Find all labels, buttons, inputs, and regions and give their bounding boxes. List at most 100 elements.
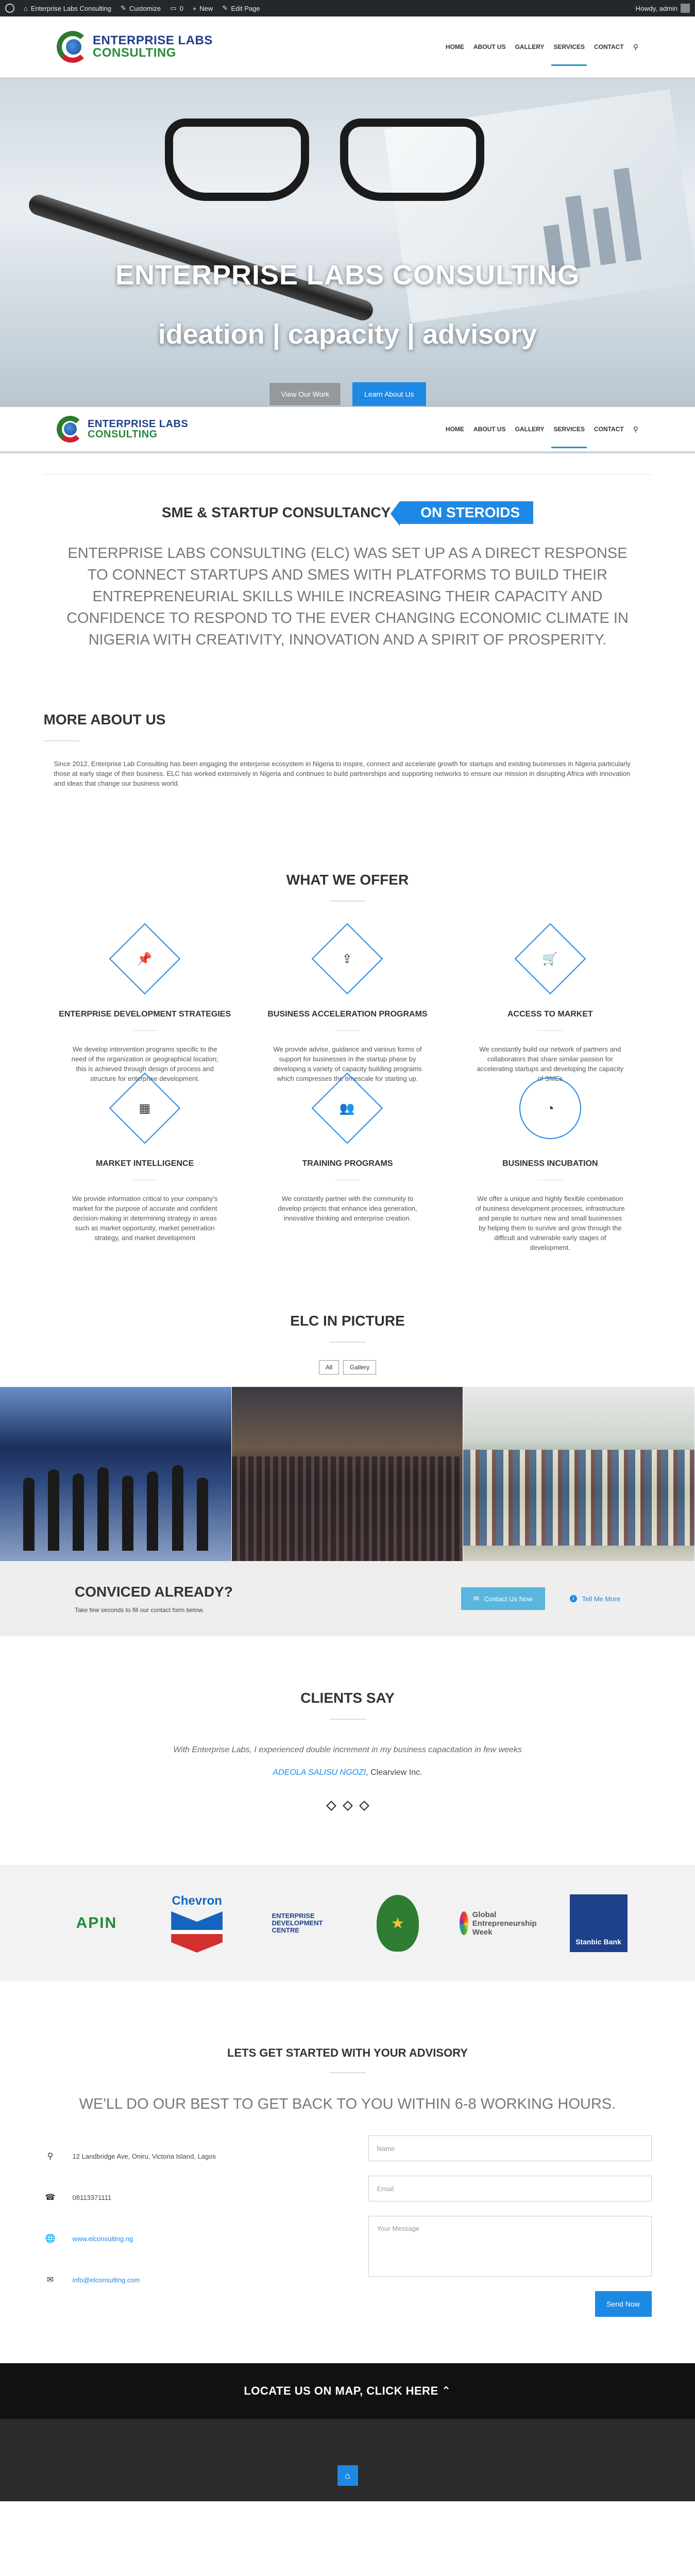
- gallery-section: ELC IN PICTURE All Gallery: [0, 1313, 695, 1561]
- hero-title: ENTERPRISE LABS CONSULTING: [115, 260, 580, 291]
- divider: [329, 901, 366, 902]
- contact-form: Name Email Your Message Send Now: [368, 2136, 652, 2317]
- admin-site-link[interactable]: ⌂ Enterprise Labs Consulting: [24, 5, 111, 12]
- contact-subtitle: WE'LL DO OUR BEST TO GET BACK TO YOU WIT…: [79, 2096, 616, 2112]
- contact-us-label: Contact Us Now: [484, 1595, 533, 1603]
- gallery-photo[interactable]: [231, 1387, 464, 1561]
- edc-logo: ENTERPRISE DEVELOPMENT CENTRE: [259, 1890, 336, 1957]
- send-button[interactable]: Send Now: [595, 2291, 652, 2317]
- message-field[interactable]: Your Message: [368, 2216, 652, 2277]
- tagline-text: SME & STARTUP CONSULTANCY: [161, 504, 391, 520]
- scroll-top-button[interactable]: ⌂: [337, 2465, 358, 2486]
- filter-gallery[interactable]: Gallery: [343, 1360, 377, 1375]
- admin-bar: ⌂ Enterprise Labs Consulting ✎ Customize ▭…: [0, 0, 695, 16]
- divider: [43, 740, 80, 741]
- map-link-bar[interactable]: LOCATE US ON MAP, CLICK HERE ⌃: [0, 2363, 695, 2419]
- email-link[interactable]: info@elconsulting.com: [73, 2276, 140, 2284]
- wordpress-icon[interactable]: [5, 4, 14, 13]
- nav-about[interactable]: ABOUT US: [473, 410, 506, 448]
- edc-logo-line2: DEVELOPMENT: [272, 1919, 323, 1927]
- stanbic-logo: Stanbic Bank: [560, 1890, 637, 1957]
- contact-section: LETS GET STARTED WITH YOUR ADVISORY WE'L…: [0, 2046, 695, 2317]
- website-row: 🌐 www.elconsulting.ng: [44, 2218, 312, 2259]
- intro-text: ENTERPRISE LABS CONSULTING (ELC) WAS SET…: [66, 545, 629, 648]
- admin-comments-link[interactable]: ▭ 0: [170, 4, 183, 12]
- filter-all[interactable]: All: [318, 1360, 340, 1375]
- plus-icon: +: [192, 4, 197, 12]
- carousel-dot[interactable]: [326, 1801, 336, 1811]
- map-marker-icon: ⚲: [47, 2152, 54, 2161]
- upload-icon: ⇪: [342, 952, 353, 966]
- website-link[interactable]: www.elconsulting.ng: [73, 2235, 133, 2243]
- nav-home[interactable]: HOME: [446, 410, 464, 448]
- tell-me-more-label: Tell Me More: [582, 1595, 620, 1603]
- logo-mark-icon: [57, 416, 83, 443]
- sticky-logo[interactable]: ENTERPRISE LABS CONSULTING: [57, 416, 188, 443]
- admin-edit-link[interactable]: ✎ Edit Page: [222, 4, 260, 12]
- logo-line1: ENTERPRISE LABS: [88, 418, 189, 430]
- tell-me-more-link[interactable]: i Tell Me More: [569, 1595, 620, 1603]
- search-icon[interactable]: ⚲: [633, 27, 638, 67]
- nav-contact[interactable]: CONTACT: [594, 410, 624, 448]
- home-icon: ⌂: [345, 2470, 350, 2481]
- nav-gallery[interactable]: GALLERY: [515, 410, 545, 448]
- carousel-dot[interactable]: [359, 1801, 369, 1811]
- offer-card-text: We provide information critical to your …: [72, 1195, 218, 1242]
- name-field[interactable]: Name: [368, 2136, 652, 2161]
- admin-account-link[interactable]: Howdy, admin: [636, 4, 690, 13]
- phone-text: 08113371111: [72, 2193, 112, 2201]
- pin-icon: 📌: [137, 952, 153, 966]
- testimonial-name: ADEOLA SALISU NGOZI: [273, 1768, 366, 1777]
- admin-new-link[interactable]: + New: [193, 5, 213, 12]
- stanbic-logo-text: Stanbic Bank: [575, 1938, 621, 1946]
- site-logo[interactable]: ENTERPRISE LABS CONSULTING: [57, 31, 213, 63]
- globe-icon: 🌐: [45, 2234, 56, 2243]
- comment-icon: ▭: [170, 4, 177, 12]
- email-row: ✉ info@elconsulting.com: [44, 2259, 312, 2300]
- offer-card: ▦ MARKET INTELLIGENCE We provide informa…: [44, 1070, 246, 1242]
- home-icon: ⌂: [24, 4, 28, 12]
- offer-card: 📌 ENTERPRISE DEVELOPMENT STRATEGIES We d…: [44, 920, 246, 1082]
- admin-customize-link[interactable]: ✎ Customize: [121, 4, 161, 12]
- nav-services[interactable]: SERVICES: [551, 410, 587, 448]
- tagline-badge: ON STEROIDS: [391, 501, 534, 526]
- admin-comments-count: 0: [179, 4, 183, 12]
- admin-site-label: Enterprise Labs Consulting: [30, 4, 111, 12]
- offer-card-title: BUSINESS INCUBATION: [502, 1159, 598, 1168]
- gallery-photo[interactable]: [0, 1387, 232, 1561]
- address-row: ⚲ 12 Landbridge Ave, Oniru, Victoria Isla…: [44, 2136, 312, 2177]
- envelope-icon: ✉: [473, 1595, 479, 1602]
- nav-services[interactable]: SERVICES: [551, 28, 587, 66]
- hero-glasses-image: [144, 98, 505, 216]
- cta-text: Take few seconds to fill our contact for…: [75, 1606, 204, 1614]
- cart-icon: 🛒: [542, 952, 558, 966]
- nav-home[interactable]: HOME: [446, 28, 464, 66]
- gallery-photo[interactable]: [463, 1387, 695, 1561]
- group-icon: 👥: [340, 1101, 355, 1115]
- offer-card-title: BUSINESS ACCELERATION PROGRAMS: [267, 1010, 428, 1019]
- admin-howdy-label: Howdy, admin: [635, 4, 677, 12]
- sticky-header: ENTERPRISE LABS CONSULTING HOME ABOUT US…: [0, 407, 695, 453]
- offer-icon-frame: 🛒: [514, 923, 586, 995]
- admin-customize-label: Customize: [129, 4, 161, 12]
- divider: [329, 2072, 366, 2073]
- email-field[interactable]: Email: [368, 2176, 652, 2201]
- contact-us-button[interactable]: ✉ Contact Us Now: [461, 1587, 545, 1610]
- pencil-icon: ✎: [222, 4, 228, 12]
- apin-logo: APIN: [76, 1914, 117, 1931]
- view-work-button[interactable]: View Our Work: [269, 382, 342, 406]
- search-icon[interactable]: ⚲: [633, 410, 638, 449]
- carousel-dot[interactable]: [342, 1801, 353, 1811]
- testimonial-author: ADEOLA SALISU NGOZI, Clearview Inc.: [0, 1768, 695, 1777]
- offer-icon-frame: 👥: [312, 1072, 383, 1144]
- nav-gallery[interactable]: GALLERY: [515, 28, 545, 66]
- logo-line2: CONSULTING: [93, 46, 176, 60]
- gew-logo-line2: Entrepreneurship: [472, 1919, 537, 1928]
- nav-contact[interactable]: CONTACT: [594, 28, 624, 66]
- offer-card: ◔ BUSINESS INCUBATION We offer a unique …: [449, 1070, 651, 1251]
- tagline: SME & STARTUP CONSULTANCY ON STEROIDS: [0, 474, 695, 526]
- cta-banner: CONVICED ALREADY? Take few seconds to fi…: [0, 1561, 695, 1636]
- nav-about[interactable]: ABOUT US: [473, 28, 506, 66]
- learn-about-button[interactable]: Learn About Us: [352, 382, 426, 406]
- offer-card: ⇪ BUSINESS ACCELERATION PROGRAMS We prov…: [246, 920, 449, 1082]
